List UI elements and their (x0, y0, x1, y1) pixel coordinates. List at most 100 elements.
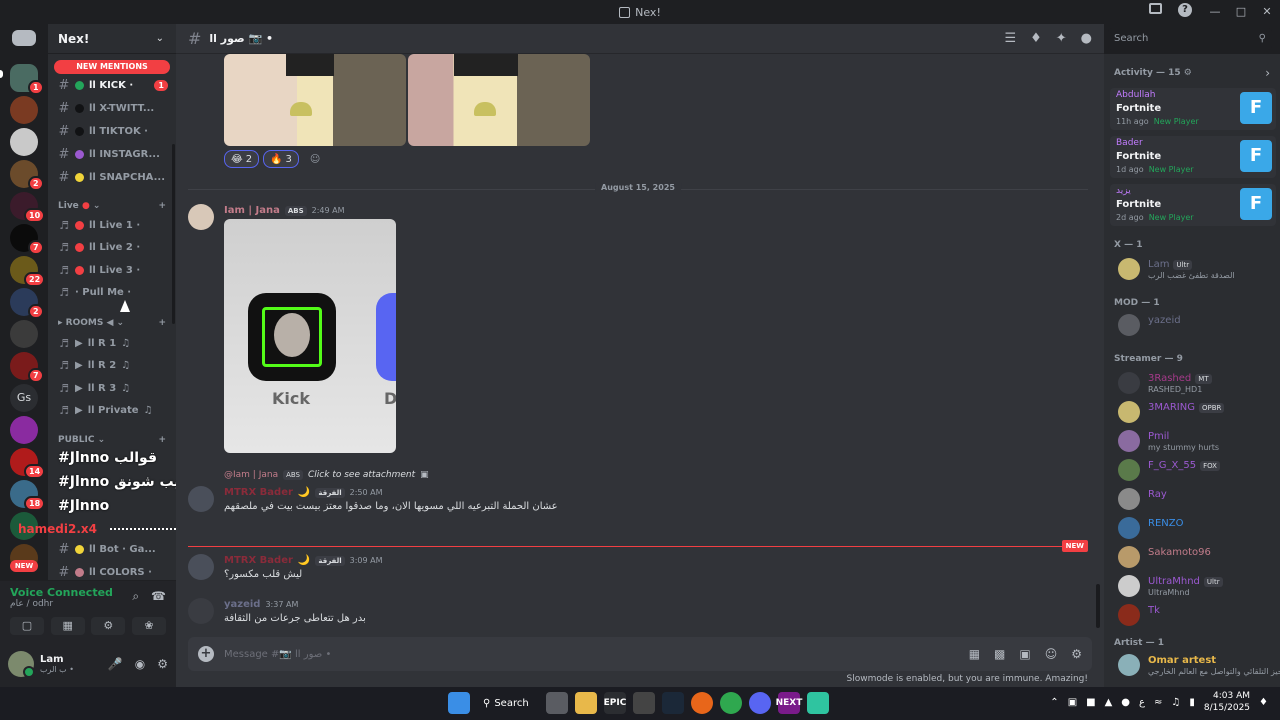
new-servers-pill[interactable]: NEW (10, 560, 38, 572)
channel-item[interactable]: # ll X-TWITT... (58, 99, 168, 117)
member-item[interactable]: Pmil my stummy hurts (1118, 428, 1278, 454)
attachment-image[interactable] (408, 54, 590, 146)
gif-icon[interactable]: ▩ (994, 647, 1005, 661)
threads-icon[interactable]: ☰ (1004, 31, 1016, 46)
category-live[interactable]: Live ● ⌄ + (58, 201, 166, 211)
tray-app-icon[interactable]: ▲ (1105, 697, 1113, 708)
sidebar-scrollbar[interactable] (172, 144, 175, 324)
attachment-image[interactable]: Kick D (224, 219, 396, 453)
firefox-icon[interactable] (691, 692, 713, 714)
member-item[interactable]: 3Rashed MT RASHED_HD1 (1118, 370, 1278, 396)
server-header[interactable]: Nex! ⌄ (48, 24, 176, 54)
chat-scrollbar[interactable] (1096, 584, 1100, 628)
task-view-icon[interactable] (546, 692, 568, 714)
avatar[interactable] (188, 204, 214, 230)
new-mentions-pill[interactable]: NEW MENTIONS (54, 60, 170, 74)
category-rooms[interactable]: ▸ ROOMS ◀ ⌄ + (58, 318, 166, 328)
unity-icon[interactable] (633, 692, 655, 714)
voice-channel-item[interactable]: ♬ ll Live 2 · (58, 239, 168, 257)
file-explorer-icon[interactable] (575, 692, 597, 714)
activity-header[interactable]: Activity — 15 ⚙ (1114, 68, 1192, 78)
voice-channel-item[interactable]: ♬ ▶ ll Private ♫ (58, 402, 168, 420)
tray-app-icon[interactable]: ▣ (1068, 697, 1077, 708)
server-gs-icon[interactable]: Gs (10, 384, 38, 412)
mic-icon[interactable]: 🎤 (108, 657, 123, 671)
avatar[interactable] (8, 650, 35, 678)
pin-icon[interactable]: ✦ (1056, 31, 1067, 46)
tray-chevron-icon[interactable]: ⌃ (1050, 697, 1058, 708)
screen-share-button[interactable]: ▦ (50, 617, 85, 635)
chrome-icon[interactable] (720, 692, 742, 714)
discord-home-icon[interactable] (12, 30, 36, 46)
channel-item[interactable]: # ll Bot · Ga... (58, 540, 168, 558)
reaction[interactable]: 🔥 3 (263, 150, 299, 168)
disconnect-icon[interactable]: ☎ (151, 589, 166, 604)
reaction[interactable]: 😂 2 (224, 150, 260, 168)
language-indicator[interactable]: ع (1139, 697, 1145, 708)
member-item[interactable]: Lam Ultr الصدقة تطفئ غضب الرب (1118, 256, 1278, 282)
steam-icon[interactable] (662, 692, 684, 714)
author-name[interactable]: yazeid (224, 599, 260, 610)
voice-channel-item[interactable]: ♬ ▶ ll R 2 ♫ (58, 357, 168, 375)
avatar[interactable] (188, 554, 214, 580)
help-icon[interactable]: ? (1178, 3, 1192, 17)
voice-channel-item[interactable]: ♬ ▶ ll R 3 ♫ (58, 379, 168, 397)
message-input[interactable]: Message #📷 ll صور • (224, 649, 331, 660)
add-reaction-icon[interactable]: ☺ (303, 150, 327, 168)
tray-app-icon[interactable]: ■ (1086, 697, 1095, 708)
maximize-button[interactable]: □ (1228, 0, 1254, 24)
attachment-image[interactable] (224, 54, 406, 146)
wifi-icon[interactable]: ≈ (1154, 697, 1162, 708)
minimize-button[interactable]: — (1202, 0, 1228, 24)
close-button[interactable]: ✕ (1254, 0, 1280, 24)
member-item[interactable]: Omar artest التحيز التلقائي والتواصل مع … (1118, 652, 1280, 678)
signal-icon[interactable]: ⌕ (132, 589, 139, 604)
activity-card[interactable]: Bader Fortnite 1d ago New Player F (1110, 136, 1276, 178)
avatar[interactable] (188, 486, 214, 512)
inbox-icon[interactable] (1149, 3, 1162, 14)
author-name[interactable]: Iam | Jana (224, 205, 280, 216)
voice-channel-item[interactable]: ♬ ▶ ll R 1 ♫ (58, 334, 168, 352)
sticker-icon[interactable]: ▣ (1019, 647, 1030, 661)
avatar[interactable] (188, 598, 214, 624)
app-icon[interactable] (807, 692, 829, 714)
member-item[interactable]: yazeid (1118, 312, 1278, 338)
taskbar-search[interactable]: ⚲ Search (477, 692, 539, 714)
author-name[interactable]: MTRX Bader (224, 487, 293, 498)
apps-icon[interactable]: ⚙ (1071, 647, 1082, 661)
windows-start-icon[interactable] (448, 692, 470, 714)
mic-icon[interactable]: ● (1121, 697, 1130, 708)
members-icon[interactable]: ● (1081, 31, 1092, 46)
camera-off-button[interactable]: ▢ (10, 617, 44, 635)
search-input[interactable]: Search ⚲ (1108, 28, 1272, 50)
gear-icon[interactable]: ⚙ (157, 657, 168, 671)
soundboard-button[interactable]: ❀ (131, 617, 166, 635)
member-item[interactable]: RENZO (1118, 515, 1278, 541)
guild-tag[interactable]: الفرقة (315, 555, 345, 566)
voice-channel-item[interactable]: ♬ ll Live 1 · (58, 216, 168, 234)
member-item[interactable]: F_G_X_55 FOX (1118, 457, 1278, 483)
headphones-icon[interactable]: ◉ (135, 657, 145, 671)
channel-item[interactable]: # ll COLORS · (58, 563, 168, 580)
category-public[interactable]: PUBLIC ⌄ + (58, 435, 166, 445)
member-item[interactable]: Ray (1118, 486, 1278, 512)
activity-button[interactable]: ⚙ (91, 617, 126, 635)
bell-icon[interactable]: ♦ (1030, 31, 1042, 46)
channel-item[interactable]: # ll SNAPCHA... (58, 168, 168, 186)
activity-card[interactable]: Abdullah Fortnite 11h ago New Player F (1110, 88, 1276, 130)
discord-icon[interactable] (749, 692, 771, 714)
voice-channel-item[interactable]: ♬ · Pull Me · (58, 284, 168, 302)
server-icon[interactable] (10, 96, 38, 124)
member-item[interactable]: UltraMhnd Ultr UltraMhnd (1118, 573, 1278, 599)
emoji-icon[interactable]: ☺ (1045, 647, 1058, 661)
member-item[interactable]: Sakamoto96 (1118, 544, 1278, 570)
channel-item[interactable]: # ll KICK · 1 (58, 76, 168, 94)
server-icon[interactable] (10, 416, 38, 444)
next-app-icon[interactable]: NEXT (776, 692, 802, 714)
voice-channel-item[interactable]: ♬ ll Live 3 · (58, 261, 168, 279)
guild-tag[interactable]: الفرقة (315, 487, 345, 498)
reply-preview[interactable]: @Iam | Jana ABS Click to see attachment … (224, 470, 429, 480)
server-icon[interactable] (10, 320, 38, 348)
clock[interactable]: 4:03 AM 8/15/2025 (1204, 690, 1250, 714)
member-item[interactable]: 3MARING OPBR (1118, 399, 1278, 425)
